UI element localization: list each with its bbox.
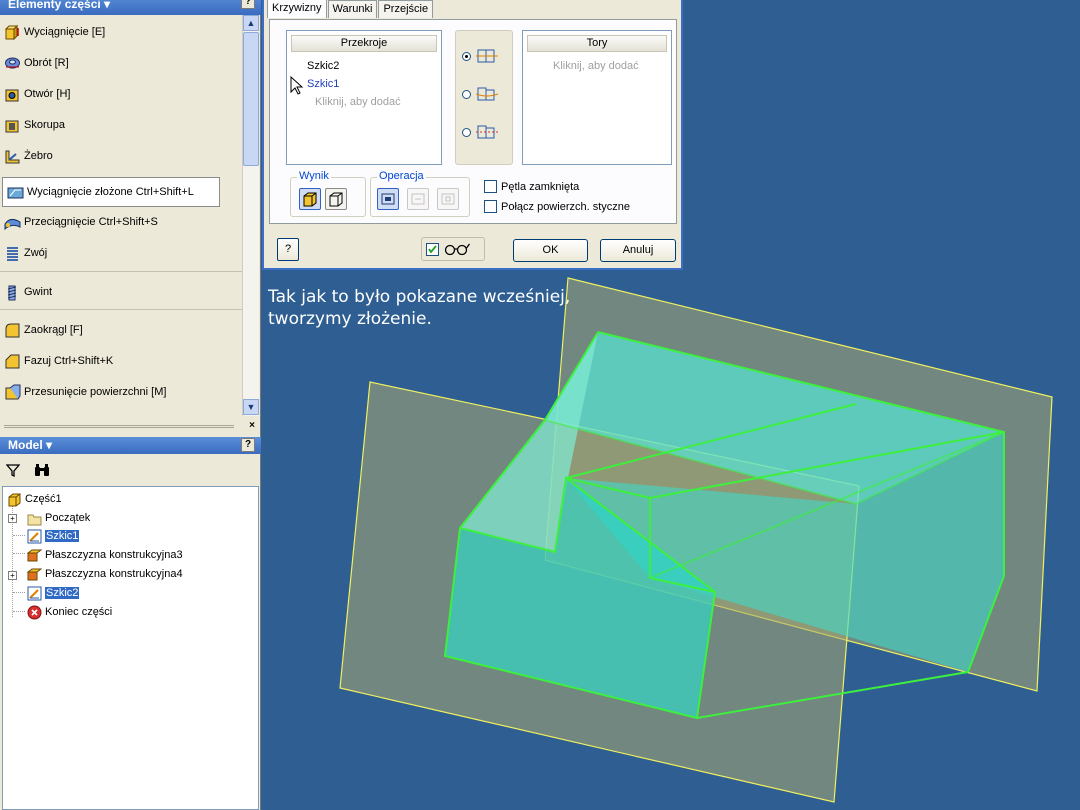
section-item[interactable]: Szkic1 <box>307 78 339 90</box>
closed-loop-checkbox[interactable] <box>484 180 497 193</box>
tab-panel-curves: Przekroje Szkic2 Szkic1 Kliknij, aby dod… <box>269 19 677 224</box>
loft-dialog: Krzywizny Warunki Przejście Przekroje Sz… <box>262 0 683 270</box>
closed-loop-option[interactable]: Pętla zamknięta <box>484 180 579 193</box>
mode-center-line[interactable] <box>462 81 512 107</box>
loft-mode-group <box>455 30 513 165</box>
merge-tangent-label: Połącz powierzch. styczne <box>501 200 630 213</box>
solid-icon <box>303 192 317 207</box>
surface-output-button[interactable] <box>325 188 347 210</box>
tab-transition[interactable]: Przejście <box>378 0 434 18</box>
rails-add-hint[interactable]: Kliknij, aby dodać <box>553 60 639 72</box>
closed-loop-label: Pętla zamknięta <box>501 180 580 193</box>
dialog-tabs: Krzywizny Warunki Przejście <box>267 0 434 19</box>
rails-header[interactable]: Tory <box>527 35 667 52</box>
intersect-button[interactable] <box>437 188 459 210</box>
solid-output-button[interactable] <box>299 188 321 210</box>
preview-glasses-icon <box>444 243 471 256</box>
section-item[interactable]: Szkic2 <box>307 60 339 72</box>
cancel-button[interactable]: Anuluj <box>600 239 676 262</box>
merge-tangent-checkbox[interactable] <box>484 200 497 213</box>
merge-tangent-option[interactable]: Połącz powierzch. styczne <box>484 200 630 213</box>
operation-group: Operacja <box>370 170 470 217</box>
area-mode-icon <box>476 125 498 139</box>
join-icon <box>381 193 395 205</box>
preview-checkbox[interactable] <box>426 242 439 256</box>
viewport-caption: Tak jak to było pokazane wcześniej, twor… <box>268 287 571 329</box>
sections-list[interactable]: Przekroje Szkic2 Szkic1 Kliknij, aby dod… <box>286 30 442 165</box>
rails-list[interactable]: Tory Kliknij, aby dodać <box>522 30 672 165</box>
cut-icon <box>411 193 425 205</box>
mode-rails[interactable] <box>462 43 512 69</box>
checkmark-icon <box>428 244 437 254</box>
result-label: Wynik <box>297 170 331 182</box>
dialog-help-button[interactable]: ? <box>277 238 299 261</box>
mode-rails-radio[interactable] <box>462 51 471 61</box>
mode-area-radio[interactable] <box>462 127 471 137</box>
join-button[interactable] <box>377 188 399 210</box>
ok-button[interactable]: OK <box>513 239 588 262</box>
surface-icon <box>329 192 343 207</box>
intersect-icon <box>441 193 455 205</box>
center-line-mode-icon <box>475 87 499 101</box>
rails-mode-icon <box>476 49 498 63</box>
mode-area[interactable] <box>462 119 512 145</box>
tab-conditions[interactable]: Warunki <box>327 0 378 18</box>
tab-curves[interactable]: Krzywizny <box>267 0 327 18</box>
result-group: Wynik <box>290 170 366 217</box>
mouse-cursor-icon <box>290 76 304 95</box>
sections-add-hint[interactable]: Kliknij, aby dodać <box>315 96 401 108</box>
operation-label: Operacja <box>377 170 426 182</box>
cut-button[interactable] <box>407 188 429 210</box>
mode-center-line-radio[interactable] <box>462 89 471 99</box>
sections-header[interactable]: Przekroje <box>291 35 437 52</box>
preview-toggle[interactable] <box>421 237 485 261</box>
